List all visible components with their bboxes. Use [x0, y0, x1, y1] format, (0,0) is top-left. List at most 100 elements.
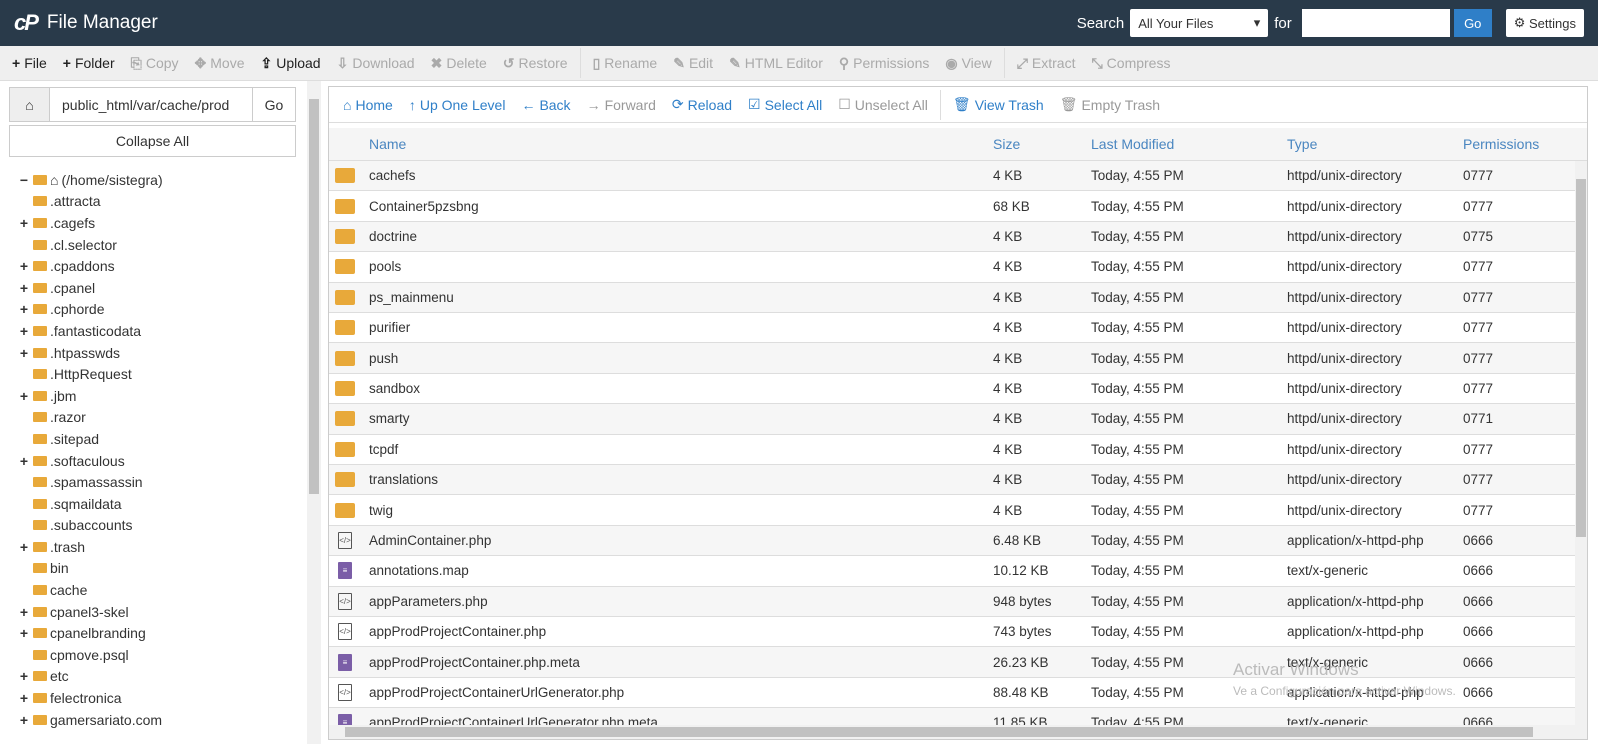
expand-toggle-icon[interactable]: + — [18, 453, 30, 469]
expand-toggle-icon[interactable]: + — [18, 258, 30, 274]
nav-select-all-button[interactable]: ☑ Select All — [740, 96, 830, 113]
file-row[interactable]: pools 4 KB Today, 4:55 PM httpd/unix-direct… — [329, 252, 1575, 283]
tree-item[interactable]: bin — [18, 558, 163, 580]
expand-toggle-icon[interactable]: + — [18, 668, 30, 684]
file-row[interactable]: </> AdminContainer.php 6.48 KB Today, 4:55 … — [329, 525, 1575, 557]
toolbar-view-button[interactable]: ◉ View — [937, 46, 999, 80]
tree-item[interactable]: + .htpasswds — [18, 342, 163, 364]
col-modified[interactable]: Last Modified — [1091, 128, 1174, 160]
tree-item[interactable]: .HttpRequest — [18, 363, 163, 385]
tree-item[interactable]: .cl.selector — [18, 234, 163, 256]
tree-item[interactable]: + .cpaddons — [18, 255, 163, 277]
toolbar-extract-button[interactable]: ⤢ Extract — [1009, 46, 1084, 80]
tree-item[interactable]: + gamersariato.com — [18, 709, 163, 731]
expand-toggle-icon[interactable]: − — [18, 172, 30, 188]
tree-item[interactable]: .attracta — [18, 191, 163, 213]
toolbar-upload-button[interactable]: ⇪ Upload — [252, 46, 328, 80]
nav-empty-trash-button[interactable]: 🗑 Empty Trash — [1052, 96, 1168, 113]
tree-item[interactable]: + .trash — [18, 536, 163, 558]
toolbar-download-button[interactable]: ⇩ Download — [329, 46, 423, 80]
path-input[interactable]: public_html/var/cache/prod — [50, 88, 252, 121]
file-row[interactable]: ≡ appProdProjectContainer.php.meta 26.23 K… — [329, 647, 1575, 678]
expand-toggle-icon[interactable]: + — [18, 215, 30, 231]
file-vertical-scrollbar[interactable] — [1575, 161, 1587, 725]
nav-reload-button[interactable]: ⟳ Reload — [664, 96, 740, 113]
file-row[interactable]: tcpdf 4 KB Today, 4:55 PM httpd/unix-direct… — [329, 435, 1575, 465]
file-permissions: 0666 — [1463, 715, 1494, 725]
nav-unselect-all-button[interactable]: ☐ Unselect All — [830, 96, 936, 113]
tree-item[interactable]: + .jbm — [18, 385, 163, 407]
tree-item[interactable]: .razor — [18, 407, 163, 429]
nav-forward-button[interactable]: → Forward — [579, 97, 664, 113]
col-size[interactable]: Size — [993, 128, 1020, 160]
col-permissions[interactable]: Permissions — [1463, 128, 1539, 160]
expand-toggle-icon[interactable]: + — [18, 539, 30, 555]
expand-toggle-icon[interactable]: + — [18, 345, 30, 361]
toolbar-compress-button[interactable]: ⤡ Compress — [1083, 46, 1178, 80]
tree-item[interactable]: cache — [18, 579, 163, 601]
expand-toggle-icon[interactable]: + — [18, 388, 30, 404]
tree-item[interactable]: + etc — [18, 666, 163, 688]
tree-item[interactable]: .subaccounts — [18, 515, 163, 537]
expand-toggle-icon[interactable]: + — [18, 323, 30, 339]
file-row[interactable]: </> appParameters.php 948 bytes Today, 4:55… — [329, 586, 1575, 617]
tree-item[interactable]: + .cagefs — [18, 212, 163, 234]
search-go-button[interactable]: Go — [1453, 9, 1492, 37]
file-row[interactable]: doctrine 4 KB Today, 4:55 PM httpd/unix-dir… — [329, 221, 1575, 253]
nav-back-button[interactable]: ← Back — [513, 97, 578, 113]
path-go-button[interactable]: Go — [252, 88, 295, 121]
tree-item[interactable]: + .fantasticodata — [18, 320, 163, 342]
file-row[interactable]: cachefs 4 KB Today, 4:55 PM httpd/unix-dire… — [329, 161, 1575, 192]
file-row[interactable]: sandbox 4 KB Today, 4:55 PM httpd/unix-dire… — [329, 374, 1575, 405]
file-row[interactable]: ps_mainmenu 4 KB Today, 4:55 PM httpd/unix-… — [329, 282, 1575, 313]
file-row[interactable]: translations 4 KB Today, 4:55 PM httpd/unix… — [329, 465, 1575, 496]
toolbar-copy-button[interactable]: ⎘ Copy — [123, 46, 187, 80]
expand-toggle-icon[interactable]: + — [18, 712, 30, 728]
collapse-all-button[interactable]: Collapse All — [9, 125, 296, 157]
tree-item[interactable]: + cpanelbranding — [18, 622, 163, 644]
toolbar-file-button[interactable]: + File — [4, 46, 55, 80]
toolbar-delete-button[interactable]: ✖ Delete — [423, 46, 495, 80]
search-scope-select[interactable]: All Your Files ▾ — [1130, 9, 1269, 37]
file-row[interactable]: </> appProdProjectContainer.php 743 bytes T… — [329, 617, 1575, 648]
nav-view-trash-button[interactable]: 🗑 View Trash — [945, 96, 1052, 113]
file-row[interactable]: smarty 4 KB Today, 4:55 PM httpd/unix-direc… — [329, 404, 1575, 435]
left-scrollbar[interactable] — [307, 81, 321, 744]
toolbar-folder-button[interactable]: + Folder — [55, 46, 123, 80]
expand-toggle-icon[interactable]: + — [18, 604, 30, 620]
file-row[interactable]: ≡ annotations.map 10.12 KB Today, 4:55 PM te… — [329, 556, 1575, 587]
file-row[interactable]: push 4 KB Today, 4:55 PM httpd/unix-directo… — [329, 343, 1575, 374]
tree-item[interactable]: + .cpanel — [18, 277, 163, 299]
tree-item[interactable]: − ⌂ (/home/sistegra) — [18, 169, 163, 191]
tree-item[interactable]: .sqmaildata — [18, 493, 163, 515]
file-row[interactable]: ≡ appProdProjectContainerUrlGenerator.php… — [329, 708, 1575, 725]
tree-item[interactable]: + .softaculous — [18, 450, 163, 472]
toolbar-move-button[interactable]: ✥ Move — [187, 46, 253, 80]
file-row[interactable]: purifier 4 KB Today, 4:55 PM httpd/unix-dir… — [329, 313, 1575, 344]
tree-item[interactable]: + cpanel3-skel — [18, 601, 163, 623]
nav-up-one-level-button[interactable]: ↑ Up One Level — [401, 97, 514, 113]
expand-toggle-icon[interactable]: + — [18, 280, 30, 296]
file-horizontal-scrollbar[interactable] — [329, 725, 1587, 739]
toolbar-rename-button[interactable]: ▯ Rename — [585, 46, 666, 80]
tree-item[interactable]: .spamassassin — [18, 471, 163, 493]
tree-item[interactable]: .sitepad — [18, 428, 163, 450]
file-row[interactable]: Container5pzsbng 68 KB Today, 4:55 PM httpd… — [329, 191, 1575, 222]
settings-button[interactable]: ⚙ Settings — [1505, 9, 1584, 37]
file-row[interactable]: twig 4 KB Today, 4:55 PM httpd/unix-directo… — [329, 495, 1575, 526]
search-input[interactable] — [1301, 9, 1450, 37]
expand-toggle-icon[interactable]: + — [18, 625, 30, 641]
expand-toggle-icon[interactable]: + — [18, 690, 30, 706]
tree-item[interactable]: + felectronica — [18, 687, 163, 709]
toolbar-edit-button[interactable]: ✎ Edit — [665, 46, 721, 80]
toolbar-html-editor-button[interactable]: ✎ HTML Editor — [721, 46, 831, 80]
col-type[interactable]: Type — [1287, 128, 1317, 160]
expand-toggle-icon[interactable]: + — [18, 301, 30, 317]
tree-item[interactable]: cpmove.psql — [18, 644, 163, 666]
home-icon[interactable]: ⌂ — [10, 88, 50, 121]
tree-item[interactable]: + .cphorde — [18, 299, 163, 321]
nav-home-button[interactable]: ⌂ Home — [335, 97, 401, 113]
toolbar-permissions-button[interactable]: ⚲ Permissions — [831, 46, 938, 80]
col-name[interactable]: Name — [369, 128, 406, 160]
toolbar-restore-button[interactable]: ↺ Restore — [495, 46, 576, 80]
